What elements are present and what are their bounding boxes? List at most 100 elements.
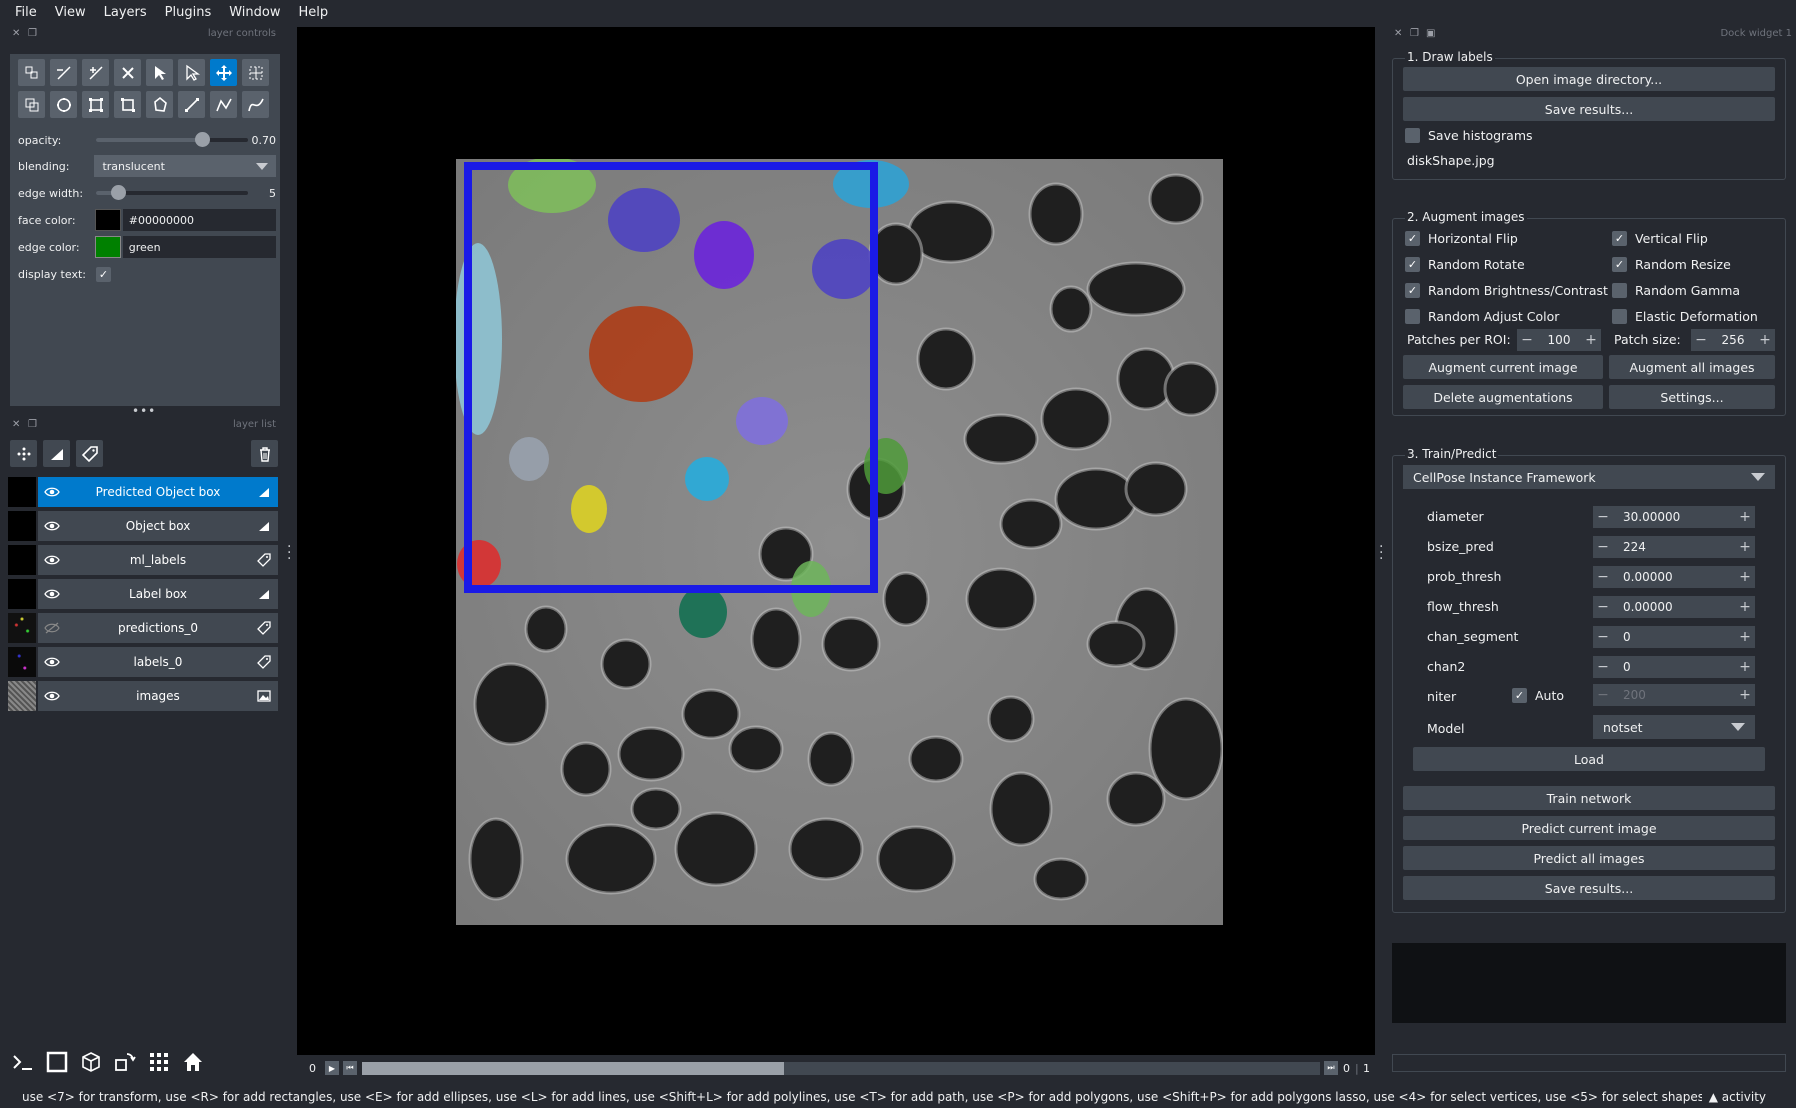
- dims-slider-handle[interactable]: [362, 1062, 784, 1075]
- vertex-remove-tool-button[interactable]: [50, 59, 77, 86]
- step-back-button[interactable]: ⏮: [343, 1061, 357, 1075]
- save-results-button[interactable]: Save results...: [1403, 97, 1775, 121]
- display-text-checkbox[interactable]: ✓: [96, 266, 111, 282]
- decrement-button[interactable]: −: [1593, 687, 1613, 703]
- home-button[interactable]: [178, 1047, 208, 1077]
- activity-button[interactable]: ▲ activity: [1709, 1090, 1766, 1104]
- new-shapes-layer-button[interactable]: [43, 440, 70, 467]
- grid-button[interactable]: [144, 1047, 174, 1077]
- face-color-swatch[interactable]: [95, 209, 121, 231]
- increment-button[interactable]: +: [1581, 332, 1601, 348]
- polygon-tool-button[interactable]: [146, 91, 173, 118]
- auto-option[interactable]: ✓ Auto: [1512, 688, 1564, 703]
- opacity-slider[interactable]: [96, 132, 248, 147]
- augment-option[interactable]: ✓ Vertical Flip: [1612, 231, 1708, 246]
- eye-off-icon[interactable]: [44, 622, 60, 634]
- decrement-button[interactable]: −: [1593, 539, 1613, 555]
- model-select[interactable]: notset: [1593, 715, 1755, 739]
- edge-width-slider[interactable]: [96, 185, 248, 200]
- load-button[interactable]: Load: [1413, 747, 1765, 771]
- layer-item[interactable]: Label box: [38, 579, 278, 609]
- param-spinbox[interactable]: −0 +: [1593, 626, 1755, 648]
- layer-item[interactable]: labels_0: [38, 647, 278, 677]
- increment-button[interactable]: +: [1735, 539, 1755, 555]
- menu-layers[interactable]: Layers: [95, 5, 156, 20]
- augment-option[interactable]: Elastic Deformation: [1612, 309, 1758, 324]
- layer-row[interactable]: predictions_0: [8, 613, 278, 643]
- layer-row[interactable]: images: [8, 681, 278, 711]
- open-image-directory-button[interactable]: Open image directory...: [1403, 67, 1775, 91]
- select-vertex-tool-button[interactable]: [178, 59, 205, 86]
- save-histograms-option[interactable]: Save histograms: [1405, 128, 1533, 143]
- select-points-tool-button[interactable]: [18, 59, 45, 86]
- pin-dock-icon[interactable]: ▣: [1426, 29, 1436, 39]
- auto-checkbox[interactable]: ✓: [1512, 688, 1527, 703]
- framework-select[interactable]: CellPose Instance Framework: [1403, 465, 1775, 489]
- augment-option-checkbox[interactable]: [1405, 309, 1420, 324]
- augment-option-checkbox[interactable]: [1612, 283, 1627, 298]
- save-histograms-checkbox[interactable]: [1405, 128, 1420, 143]
- close-dock-icon[interactable]: ✕: [1394, 29, 1404, 39]
- delete-shape-tool-button[interactable]: [114, 59, 141, 86]
- train-network-button[interactable]: Train network: [1403, 786, 1775, 810]
- param-spinbox[interactable]: −0.00000 +: [1593, 596, 1755, 618]
- select-shape-tool-button[interactable]: [146, 59, 173, 86]
- augment-option[interactable]: ✓ Random Resize: [1612, 257, 1731, 272]
- augment-settings-button[interactable]: Settings...: [1609, 385, 1775, 409]
- layer-row[interactable]: Predicted Object box: [8, 477, 278, 507]
- augment-option[interactable]: Random Gamma: [1612, 283, 1740, 298]
- step-forward-button[interactable]: ⏭: [1324, 1061, 1338, 1075]
- layer-row[interactable]: Object box: [8, 511, 278, 541]
- close-dock-icon[interactable]: ✕: [12, 420, 22, 430]
- augment-option[interactable]: Random Adjust Color: [1405, 309, 1559, 324]
- float-dock-icon[interactable]: ❐: [28, 29, 38, 39]
- eye-icon[interactable]: [44, 588, 60, 600]
- eye-icon[interactable]: [44, 554, 60, 566]
- eye-icon[interactable]: [44, 690, 60, 702]
- augment-option-checkbox[interactable]: ✓: [1612, 257, 1627, 272]
- save-results-button-2[interactable]: Save results...: [1403, 876, 1775, 900]
- augment-option-checkbox[interactable]: ✓: [1612, 231, 1627, 246]
- close-dock-icon[interactable]: ✕: [12, 29, 22, 39]
- rectangle-tool-button[interactable]: [82, 91, 109, 118]
- vertex-insert-tool-button[interactable]: [82, 59, 109, 86]
- console-button[interactable]: [8, 1047, 38, 1077]
- decrement-button[interactable]: −: [1593, 659, 1613, 675]
- decrement-button[interactable]: −: [1593, 599, 1613, 615]
- layer-item[interactable]: Object box: [38, 511, 278, 541]
- augment-option-checkbox[interactable]: ✓: [1405, 283, 1420, 298]
- augment-option[interactable]: ✓ Horizontal Flip: [1405, 231, 1518, 246]
- new-labels-layer-button[interactable]: [76, 440, 103, 467]
- edge-color-swatch[interactable]: [95, 236, 121, 258]
- face-color-input[interactable]: #00000000: [122, 209, 276, 231]
- layer-row[interactable]: labels_0: [8, 647, 278, 677]
- augment-option[interactable]: ✓ Random Rotate: [1405, 257, 1525, 272]
- edge-width-slider-handle[interactable]: [110, 185, 126, 200]
- increment-button[interactable]: +: [1735, 687, 1755, 703]
- opacity-slider-handle[interactable]: [195, 132, 211, 147]
- increment-button[interactable]: +: [1735, 599, 1755, 615]
- increment-button[interactable]: +: [1755, 332, 1775, 348]
- augment-option[interactable]: ✓ Random Brightness/Contrast: [1405, 283, 1608, 298]
- patch-size-spinbox[interactable]: − 256 +: [1691, 329, 1775, 351]
- float-dock-icon[interactable]: ❐: [28, 420, 38, 430]
- layer-item[interactable]: ml_labels: [38, 545, 278, 575]
- line-tool-button[interactable]: [178, 91, 205, 118]
- augment-current-image-button[interactable]: Augment current image: [1403, 355, 1603, 379]
- path-tool-button[interactable]: [210, 91, 237, 118]
- layer-item[interactable]: Predicted Object box: [38, 477, 278, 507]
- param-spinbox[interactable]: −0 +: [1593, 656, 1755, 678]
- ndisplay-button[interactable]: [42, 1047, 72, 1077]
- delete-augmentations-button[interactable]: Delete augmentations: [1403, 385, 1603, 409]
- dims-slider[interactable]: [362, 1062, 1320, 1075]
- eye-icon[interactable]: [44, 486, 60, 498]
- layer-item[interactable]: images: [38, 681, 278, 711]
- ellipse-tool-button[interactable]: [50, 91, 77, 118]
- menu-file[interactable]: File: [6, 5, 46, 20]
- delete-layer-button[interactable]: [251, 440, 278, 467]
- augment-option-checkbox[interactable]: ✓: [1405, 257, 1420, 272]
- increment-button[interactable]: +: [1735, 509, 1755, 525]
- copy-tool-button[interactable]: [18, 91, 45, 118]
- transform-tool-button[interactable]: [242, 59, 269, 86]
- splitter-handle-right[interactable]: · · ·: [1379, 540, 1385, 566]
